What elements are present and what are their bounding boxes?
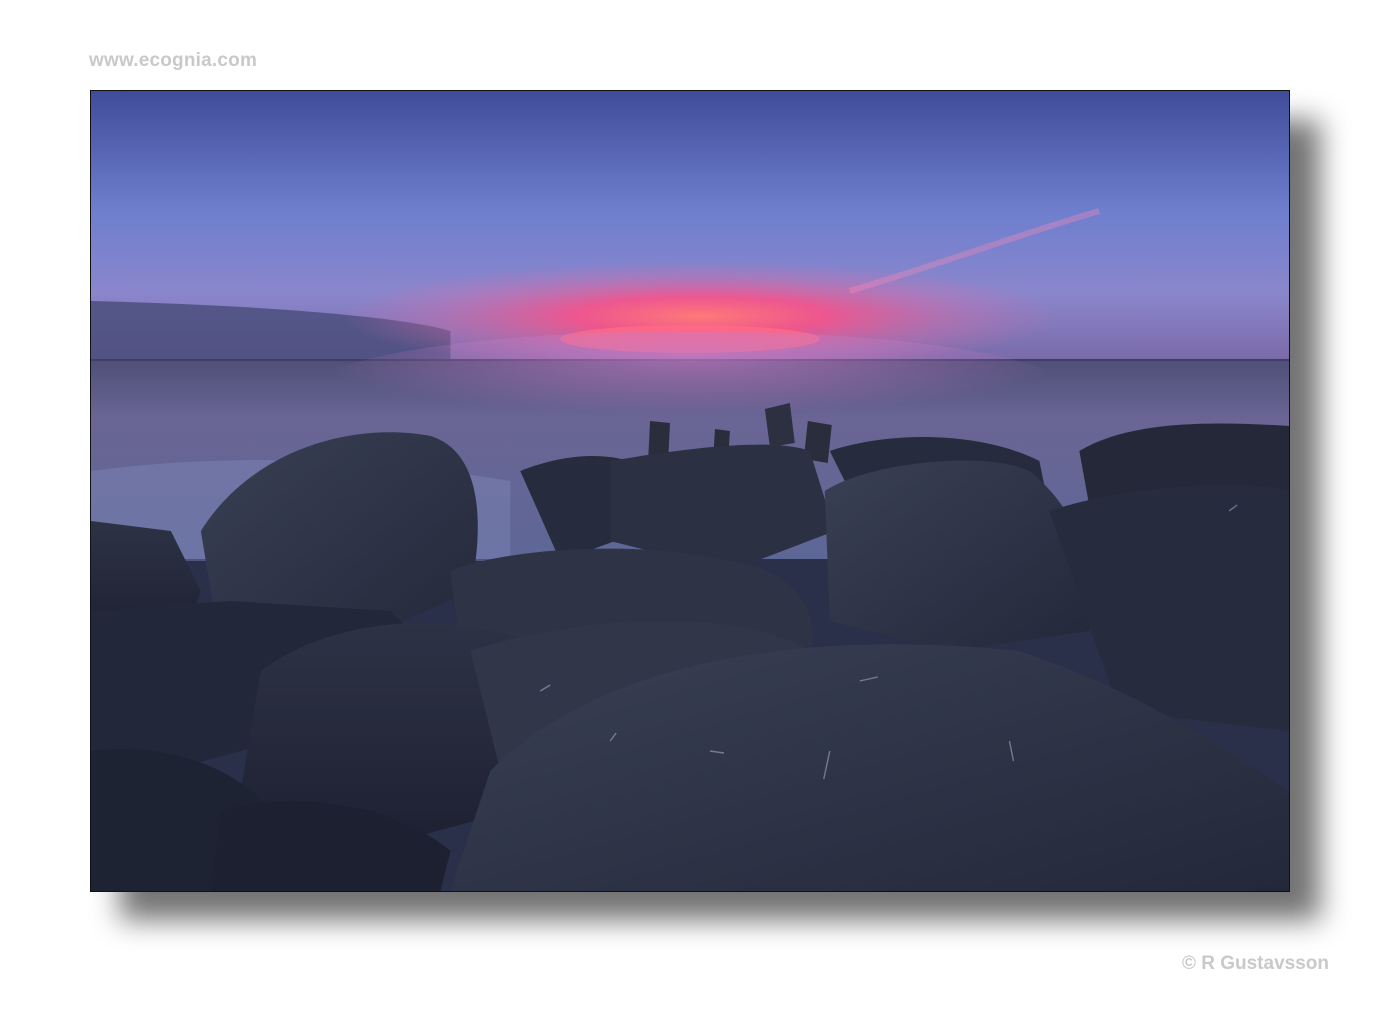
seascape-illustration [91, 91, 1289, 891]
site-url-watermark: www.ecognia.com [89, 50, 258, 71]
rocks [91, 423, 1289, 891]
page: www.ecognia.com © R Gustavsson [0, 0, 1380, 1012]
landscape-photo [90, 90, 1290, 892]
photo-credit: © R Gustavsson [1181, 953, 1329, 974]
sea-reflection [310, 331, 1070, 451]
